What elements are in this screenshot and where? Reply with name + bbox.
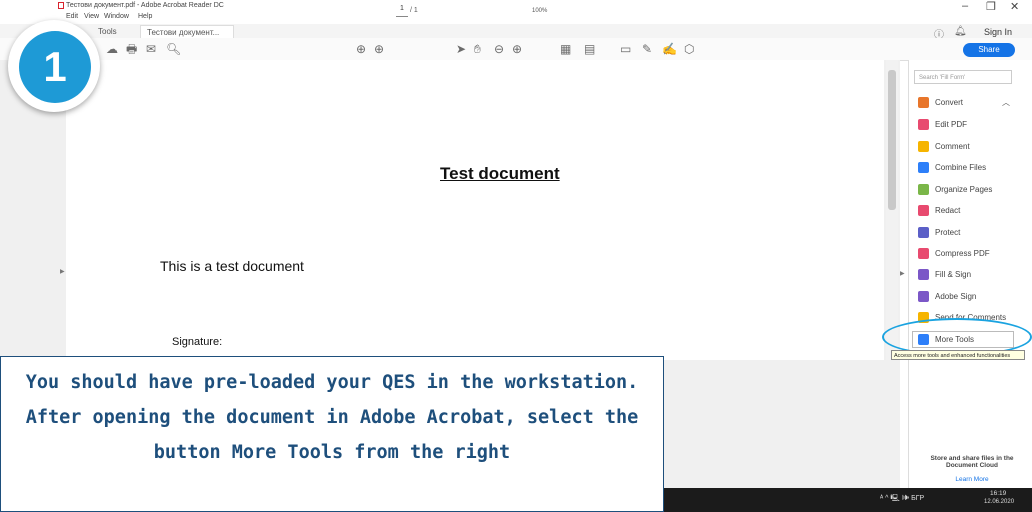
tool-label: Edit PDF — [935, 120, 968, 129]
tab-document-label: Тестови документ... — [147, 28, 220, 37]
tool-label: Comment — [935, 142, 970, 151]
tool-item-convert[interactable]: Convert — [918, 96, 963, 110]
document-page — [66, 60, 884, 360]
page-total-label: / 1 — [410, 7, 418, 14]
sign-in-link[interactable]: Sign In — [984, 27, 1012, 37]
highlight-icon[interactable]: ✎ — [642, 42, 652, 56]
tool-label: Convert — [935, 98, 964, 107]
scrollbar-thumb[interactable] — [888, 70, 896, 210]
tool-icon — [918, 141, 929, 153]
tool-item-redact[interactable]: Redact — [918, 204, 960, 218]
sign-icon[interactable]: ✍ — [662, 42, 677, 56]
tool-icon — [918, 184, 929, 196]
tool-icon — [918, 269, 929, 281]
menu-bar: Edit View Window Help — [0, 12, 1032, 22]
tool-icon — [918, 162, 929, 174]
tool-item-protect[interactable]: Protect — [918, 226, 960, 240]
menu-help[interactable]: Help — [138, 13, 152, 20]
menu-view[interactable]: View — [84, 13, 99, 20]
document-body-text: This is a test document — [160, 258, 304, 274]
tool-item-comment[interactable]: Comment — [918, 140, 970, 154]
tab-document[interactable]: Тестови документ... × — [140, 25, 234, 50]
select-cursor-icon[interactable]: ➤ — [456, 42, 466, 56]
tool-icon — [918, 97, 929, 109]
print-icon[interactable]: 🖶 — [126, 42, 137, 56]
step-number: 1 — [19, 31, 91, 103]
minimize-button[interactable]: – — [962, 0, 968, 12]
zoom-in-icon[interactable]: ⊕ — [512, 42, 522, 56]
zoom-out-icon[interactable]: ⊖ — [494, 42, 504, 56]
tab-bar: Tools Тестови документ... × ⓘ 🔔︎ Sign In — [0, 24, 1032, 50]
tool-label: Adobe Sign — [935, 292, 977, 301]
zoom-select[interactable]: 100% — [532, 8, 547, 14]
tool-item-compress-pdf[interactable]: Compress PDF — [918, 247, 990, 261]
document-cloud-promo: Store and share files in the Document Cl… — [930, 455, 1014, 469]
right-pane-toggle-icon[interactable]: ▶ — [900, 270, 905, 277]
tool-icon — [918, 291, 929, 303]
stamp-icon[interactable]: ⬡ — [684, 42, 694, 56]
tool-icon — [918, 227, 929, 239]
learn-more-link[interactable]: Learn More — [918, 476, 1026, 483]
more-tools-tooltip: Access more tools and enhanced functiona… — [891, 350, 1025, 360]
clock-time[interactable]: 16:19 — [990, 490, 1006, 497]
email-icon[interactable]: ✉ — [146, 42, 156, 56]
tool-icon — [918, 248, 929, 260]
comment-icon[interactable]: ▭ — [620, 42, 631, 56]
tab-tools[interactable]: Tools — [92, 25, 123, 38]
document-title: Test document — [440, 164, 560, 183]
tools-search-input[interactable]: Search 'Fill Form' — [914, 70, 1012, 84]
tool-icon — [918, 205, 929, 217]
tool-item-adobe-sign[interactable]: Adobe Sign — [918, 290, 976, 304]
tool-item-organize-pages[interactable]: Organize Pages — [918, 183, 992, 197]
instruction-text: You should have pre-loaded your QES in t… — [25, 372, 639, 463]
menu-window[interactable]: Window — [104, 13, 129, 20]
chevron-up-icon[interactable]: ︿ — [1002, 97, 1010, 108]
tool-label: Fill & Sign — [935, 270, 972, 279]
system-tray[interactable]: ᴬ ^ 🖳 🕪 БГР — [880, 494, 924, 505]
page-number-input[interactable]: 1 — [396, 5, 408, 17]
left-pane-toggle-icon[interactable]: ▶ — [60, 268, 65, 275]
tool-label: Redact — [935, 206, 961, 215]
share-button[interactable]: Share — [963, 43, 1015, 57]
signature-label: Signature: — [172, 336, 223, 348]
next-page-icon[interactable]: ⊕ — [374, 42, 384, 56]
upload-cloud-icon[interactable]: ☁ — [106, 42, 118, 56]
tool-icon — [918, 119, 929, 131]
clock-date[interactable]: 12.06.2020 — [984, 499, 1014, 505]
window-title: Тестови документ.pdf - Adobe Acrobat Rea… — [66, 2, 224, 9]
toolbar: ☁ 🖶 ✉ 🔍︎ ⊕ ⊕ ➤ ✋︎ ⊖ ⊕ ▦ ▤ ▭ ✎ ✍ ⬡ Share — [0, 38, 1032, 61]
tool-label: Organize Pages — [935, 185, 993, 194]
previous-page-icon[interactable]: ⊕ — [356, 42, 366, 56]
page-view-icon[interactable]: ▤ — [584, 42, 595, 56]
tool-item-fill-sign[interactable]: Fill & Sign — [918, 268, 971, 282]
tool-label: Combine Files — [935, 163, 987, 172]
search-icon[interactable]: 🔍︎ — [166, 42, 181, 56]
hand-tool-icon[interactable]: ✋︎ — [474, 42, 481, 56]
menu-edit[interactable]: Edit — [66, 13, 78, 20]
tool-item-edit-pdf[interactable]: Edit PDF — [918, 118, 967, 132]
tool-item-combine-files[interactable]: Combine Files — [918, 161, 986, 175]
pdf-file-icon — [58, 2, 64, 9]
fit-page-icon[interactable]: ▦ — [560, 42, 571, 56]
tool-label: Protect — [935, 228, 961, 237]
bell-icon[interactable]: 🔔︎ — [954, 26, 967, 37]
tool-label: Compress PDF — [935, 249, 990, 258]
